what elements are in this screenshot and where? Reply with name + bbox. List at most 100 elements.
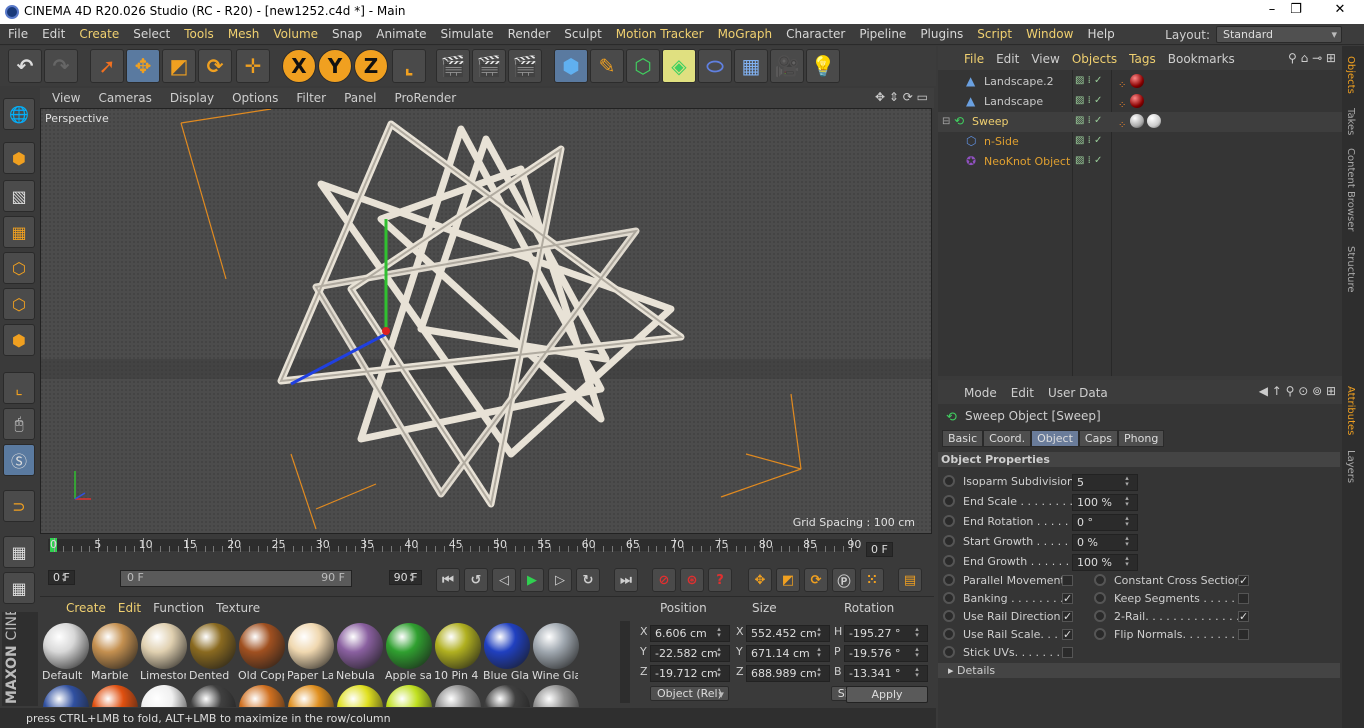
light-button[interactable]: 💡 xyxy=(806,49,840,83)
material-swatch[interactable]: Dented xyxy=(189,623,237,682)
menu-file[interactable]: File xyxy=(0,24,34,41)
key-pla-button[interactable]: ⁙ xyxy=(860,568,884,592)
visibility-toggle-icon[interactable]: ▨ ⁞ ✓ xyxy=(1075,135,1102,146)
attr-checkbox[interactable] xyxy=(1062,647,1073,658)
size-field[interactable]: 552.452 cm xyxy=(746,625,830,642)
go-to-start-button[interactable]: ⏮ xyxy=(436,568,460,592)
size-field[interactable]: 688.989 cm xyxy=(746,665,830,682)
object-tags[interactable]: ⁘ xyxy=(1118,94,1144,111)
next-key-button[interactable]: ↻ xyxy=(576,568,600,592)
material-swatch[interactable]: 10 Pin 4 xyxy=(434,623,482,682)
tab-phong[interactable]: Phong xyxy=(1118,430,1165,447)
rotate-tool-button[interactable]: ⟳ xyxy=(198,49,232,83)
material-swatch[interactable] xyxy=(239,685,285,707)
attr-field-value[interactable]: 100 % xyxy=(1072,494,1138,511)
apply-button[interactable]: Apply xyxy=(846,686,928,703)
coordinate-system-button[interactable]: ⌞ xyxy=(392,49,426,83)
menu-plugins[interactable]: Plugins xyxy=(912,24,969,41)
visibility-toggle-icon[interactable]: ▨ ⁞ ✓ xyxy=(1075,75,1102,86)
select-tool-button[interactable]: ➚ xyxy=(90,49,124,83)
animate-radio[interactable] xyxy=(943,555,955,567)
make-editable-icon[interactable]: 🌐 xyxy=(3,98,35,130)
dock-tab-objects[interactable]: Objects xyxy=(1345,56,1356,94)
range-slider[interactable]: 0 F 90 F xyxy=(120,570,352,587)
object-name[interactable]: Landscape.2 xyxy=(984,75,1054,88)
menu-sculpt[interactable]: Sculpt xyxy=(556,24,607,41)
menu-window[interactable]: Window xyxy=(1018,24,1079,41)
material-swatch[interactable]: Paper Lamp xyxy=(287,623,335,682)
workplane-mode-icon[interactable]: ▦ xyxy=(3,216,35,248)
obj-menu-file[interactable]: File xyxy=(964,52,984,66)
material-swatch[interactable]: Apple sauce xyxy=(385,623,433,682)
object-name[interactable]: Sweep xyxy=(972,115,1009,128)
size-field[interactable]: 671.14 cm xyxy=(746,645,830,662)
rotation-field[interactable]: -195.27 ° xyxy=(844,625,928,642)
cloner-button[interactable]: ◈ xyxy=(662,49,696,83)
details-section[interactable]: ▸ Details xyxy=(938,663,1340,678)
record-keys-button[interactable]: ⊘ xyxy=(652,568,676,592)
menu-create[interactable]: Create xyxy=(71,24,125,41)
go-to-end-button[interactable]: ⏭ xyxy=(614,568,638,592)
menu-simulate[interactable]: Simulate xyxy=(433,24,500,41)
animate-radio[interactable] xyxy=(943,475,955,487)
animate-radio[interactable] xyxy=(943,535,955,547)
visibility-toggle-icon[interactable]: ▨ ⁞ ✓ xyxy=(1075,155,1102,166)
animate-radio[interactable] xyxy=(943,515,955,527)
menu-pipeline[interactable]: Pipeline xyxy=(851,24,912,41)
material-swatch[interactable] xyxy=(141,685,187,707)
render-view-button[interactable]: 🎬 xyxy=(436,49,470,83)
animate-radio[interactable] xyxy=(943,574,955,586)
menu-mograph[interactable]: MoGraph xyxy=(710,24,779,41)
animate-radio[interactable] xyxy=(943,592,955,604)
tab-caps[interactable]: Caps xyxy=(1078,430,1119,447)
animate-radio[interactable] xyxy=(1094,610,1106,622)
maximize-button[interactable]: ❐ xyxy=(1276,2,1316,22)
attr-checkbox[interactable] xyxy=(1062,575,1073,586)
viewport-menu-view[interactable]: View xyxy=(40,88,86,105)
attr-field-value[interactable]: 0 ° xyxy=(1072,514,1138,531)
redo-button[interactable]: ↷ xyxy=(44,49,78,83)
object-tags[interactable]: ⁘ xyxy=(1118,74,1144,91)
object-tags[interactable]: ⁘ xyxy=(1118,114,1161,131)
timeline[interactable]: 0 5 10 15 20 25 30 35 40 45 50 55 60 65 70 75 80 85 90 0 F xyxy=(40,536,934,566)
object-name[interactable]: NeoKnot Object xyxy=(984,155,1070,168)
attr-toolbar-icons[interactable]: ◀ ↑ ⚲ ⊙ ⊚ ⊞ xyxy=(1259,384,1336,398)
material-swatch[interactable] xyxy=(92,685,138,707)
snap-icon[interactable]: ⊃ xyxy=(3,490,35,522)
object-name[interactable]: Landscape xyxy=(984,95,1043,108)
dock-tab-structure[interactable]: Structure xyxy=(1345,246,1356,293)
mat-menu-function[interactable]: Function xyxy=(153,601,204,615)
menu-edit[interactable]: Edit xyxy=(34,24,71,41)
attr-menu-edit[interactable]: Edit xyxy=(1011,386,1034,400)
attr-checkbox[interactable]: ✓ xyxy=(1062,629,1073,640)
camera-button[interactable]: 🎥 xyxy=(770,49,804,83)
material-swatch[interactable]: Old Copper xyxy=(238,623,286,682)
material-swatch[interactable] xyxy=(484,685,530,707)
subdivision-button[interactable]: ⬡ xyxy=(626,49,660,83)
position-field[interactable]: -19.712 cm xyxy=(650,665,730,682)
viewport-menu-filter[interactable]: Filter xyxy=(284,88,332,105)
material-swatch[interactable] xyxy=(337,685,383,707)
dock-tab-attributes[interactable]: Attributes xyxy=(1345,386,1356,435)
obj-menu-tags[interactable]: Tags xyxy=(1129,52,1156,66)
menu-character[interactable]: Character xyxy=(778,24,851,41)
autokeying-button[interactable]: ⊛ xyxy=(680,568,704,592)
end-frame-field[interactable]: 90 F xyxy=(388,570,423,585)
workplane-lock-icon[interactable]: ▦ xyxy=(3,536,35,568)
obj-toolbar-icons[interactable]: ⚲ ⌂ ⊸ ⊞ xyxy=(1288,51,1336,65)
animate-radio[interactable] xyxy=(943,628,955,640)
y-axis-button[interactable]: Y xyxy=(318,49,352,83)
key-scale-button[interactable]: ◩ xyxy=(776,568,800,592)
start-frame-field[interactable]: 0 F xyxy=(48,570,75,585)
menu-motion-tracker[interactable]: Motion Tracker xyxy=(608,24,710,41)
deformer-button[interactable]: ⬭ xyxy=(698,49,732,83)
material-swatch[interactable] xyxy=(288,685,334,707)
mat-menu-edit[interactable]: Edit xyxy=(118,601,141,615)
obj-menu-bookmarks[interactable]: Bookmarks xyxy=(1168,52,1235,66)
attr-field-value[interactable]: 5 xyxy=(1072,474,1138,491)
object-row[interactable]: ▲ Landscape.2 ▨ ⁞ ✓ ⁘ xyxy=(938,72,1342,92)
attr-checkbox[interactable]: ✓ xyxy=(1238,611,1249,622)
material-swatch[interactable] xyxy=(533,685,579,707)
move-tool-button[interactable]: ✥ xyxy=(126,49,160,83)
x-axis-button[interactable]: X xyxy=(282,49,316,83)
